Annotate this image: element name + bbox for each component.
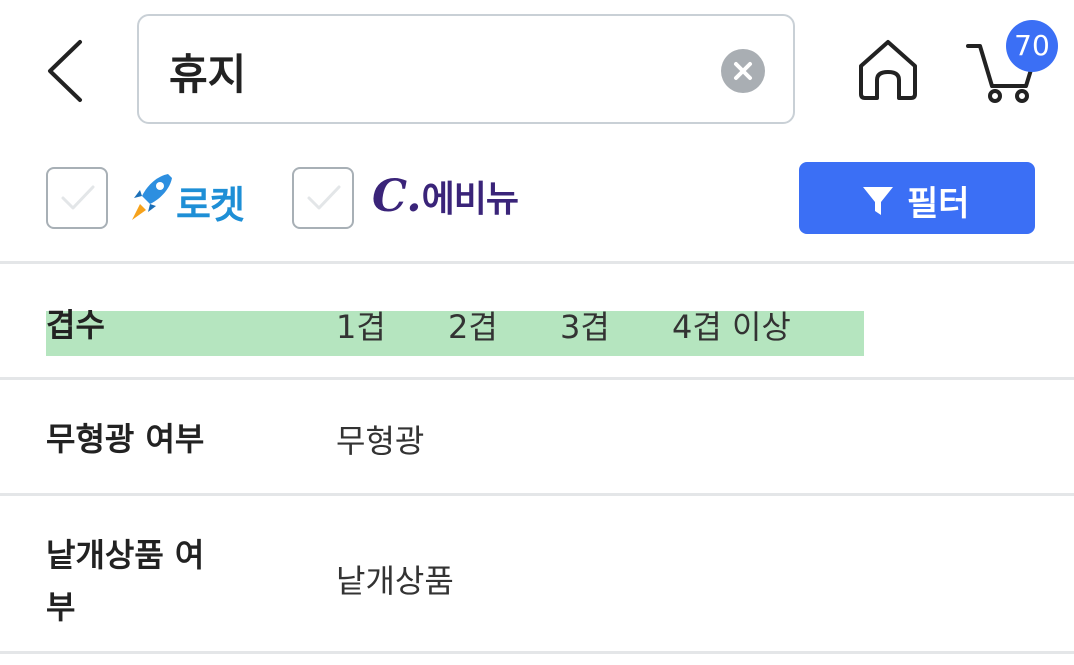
- divider: [0, 261, 1074, 264]
- single-item-row-label-line1: 낱개상품 여: [46, 536, 205, 574]
- rocket-icon: [132, 174, 172, 220]
- ply-option-3[interactable]: 3겹: [560, 302, 610, 348]
- search-input[interactable]: [169, 36, 709, 106]
- clear-search-button[interactable]: [721, 49, 765, 93]
- rocket-checkbox[interactable]: [46, 167, 108, 229]
- everynew-logo: C.에비뉴: [372, 170, 519, 226]
- divider: [0, 377, 1074, 380]
- filter-button-label: 필터: [907, 184, 970, 224]
- single-item-row-label-line2: 부: [46, 588, 76, 626]
- divider: [0, 651, 1074, 654]
- filter-button[interactable]: 필터: [799, 162, 1035, 234]
- everynew-checkbox[interactable]: [292, 167, 354, 229]
- rocket-label: 로켓: [176, 183, 245, 227]
- non-fluorescent-option[interactable]: 무형광: [336, 416, 424, 462]
- single-item-option[interactable]: 낱개상품: [336, 556, 454, 602]
- home-icon: [859, 40, 917, 100]
- home-button[interactable]: [855, 36, 921, 102]
- search-box[interactable]: [137, 14, 795, 124]
- cart-count-badge: 70: [1006, 20, 1058, 72]
- ply-option-2[interactable]: 2겹: [448, 302, 498, 348]
- fluorescent-row-label: 무형광 여부: [46, 420, 205, 458]
- check-icon: [307, 185, 341, 210]
- divider: [0, 493, 1074, 496]
- check-icon: [61, 185, 95, 210]
- back-button[interactable]: [36, 36, 96, 106]
- funnel-icon: [863, 187, 893, 215]
- ply-option-1[interactable]: 1겹: [336, 302, 386, 348]
- close-icon: [734, 62, 752, 80]
- everynew-label: 에비뉴: [421, 179, 519, 220]
- ply-option-4-plus[interactable]: 4겹 이상: [672, 302, 791, 348]
- ply-row-label: 겹수: [46, 306, 105, 344]
- chevron-left-icon: [48, 40, 82, 102]
- everynew-mark: C.: [372, 171, 422, 222]
